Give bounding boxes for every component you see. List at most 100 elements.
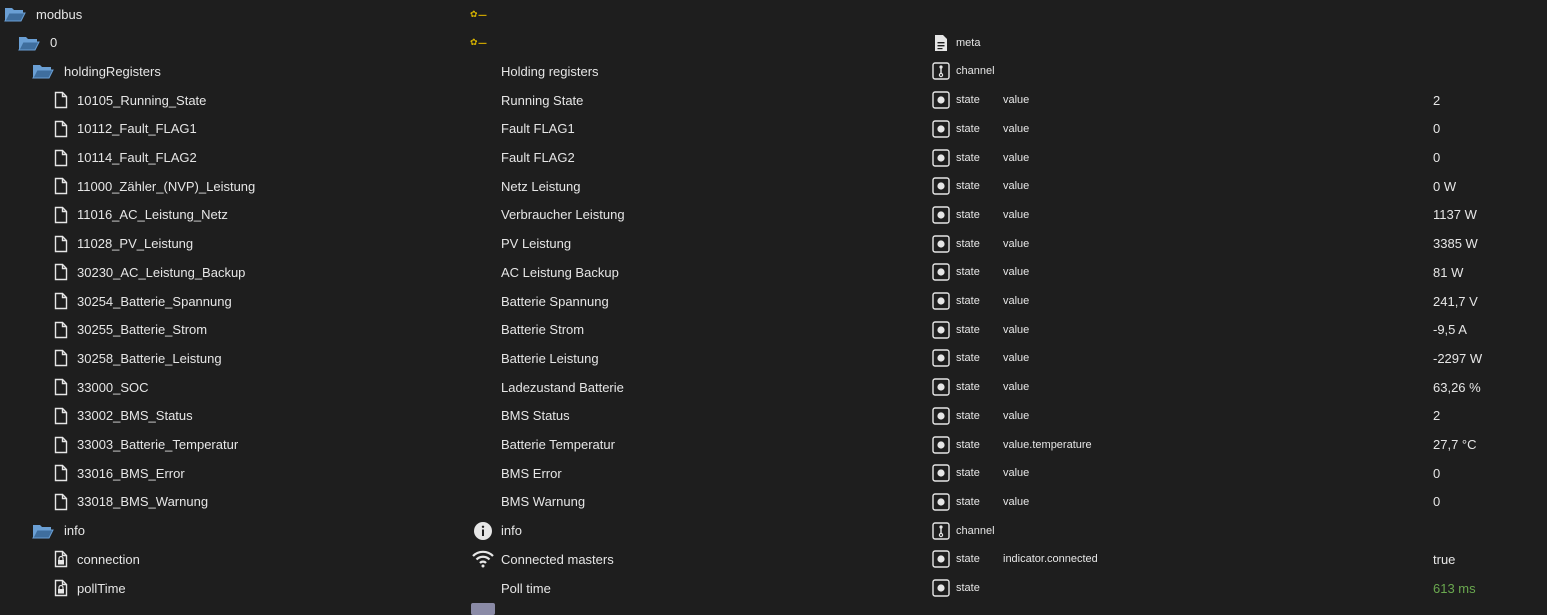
meta-icon bbox=[931, 29, 951, 57]
object-name: Batterie Strom bbox=[501, 322, 585, 338]
tree-row[interactable]: modbus ✿ ▬▬ bbox=[0, 0, 1547, 28]
object-type: state bbox=[956, 122, 980, 135]
object-role: value bbox=[1003, 94, 1030, 107]
adapter-logo-icon: ✿ ▬▬ bbox=[470, 37, 487, 48]
object-id[interactable]: modbus bbox=[36, 0, 82, 28]
object-role: value bbox=[1003, 208, 1030, 221]
state-value[interactable]: -2297 W bbox=[1433, 344, 1482, 372]
tree-row[interactable]: 33003_Batterie_Temperatur Batterie Temper… bbox=[0, 431, 1547, 459]
tree-row[interactable]: pollTime Poll time state 613 ms bbox=[0, 574, 1547, 602]
object-id[interactable]: 30254_Batterie_Spannung bbox=[77, 287, 232, 315]
tree-row[interactable]: 33018_BMS_Warnung BMS Warnung state value 0 bbox=[0, 488, 1547, 516]
state-value[interactable]: 0 W bbox=[1433, 172, 1456, 200]
tree-row[interactable]: 10114_Fault_FLAG2 Fault FLAG2 state value 0 bbox=[0, 144, 1547, 172]
object-id[interactable]: 33003_Batterie_Temperatur bbox=[77, 431, 238, 459]
file-icon bbox=[50, 86, 72, 114]
object-id[interactable]: 0 bbox=[50, 29, 57, 57]
state-icon bbox=[931, 545, 951, 573]
tree-row[interactable]: 30230_AC_Leistung_Backup AC Leistung Back… bbox=[0, 258, 1547, 286]
object-name: Fault FLAG2 bbox=[501, 150, 575, 165]
tree-row[interactable]: 30254_Batterie_Spannung Batterie Spannung… bbox=[0, 287, 1547, 315]
tree-row[interactable]: 11016_AC_Leistung_Netz Verbraucher Leistu… bbox=[0, 201, 1547, 229]
object-role: value bbox=[1003, 180, 1030, 193]
state-value[interactable]: 3385 W bbox=[1433, 230, 1478, 258]
tree-row[interactable]: 30258_Batterie_Leistung Batterie Leistung… bbox=[0, 344, 1547, 372]
tree-row[interactable]: 33002_BMS_Status BMS Status state value 2 bbox=[0, 402, 1547, 430]
folder-open-icon[interactable] bbox=[32, 517, 54, 545]
tree-row[interactable]: info info channel bbox=[0, 517, 1547, 545]
tree-row[interactable]: 30255_Batterie_Strom Batterie Strom state v… bbox=[0, 316, 1547, 344]
object-id[interactable]: 10112_Fault_FLAG1 bbox=[77, 115, 197, 143]
object-role: value.temperature bbox=[1003, 438, 1092, 451]
state-value[interactable]: 0 bbox=[1433, 115, 1440, 143]
object-role: value bbox=[1003, 495, 1030, 508]
object-role: value bbox=[1003, 295, 1030, 307]
object-id[interactable]: pollTime bbox=[77, 574, 126, 602]
tree-row[interactable]: 11028_PV_Leistung PV Leistung state value 33… bbox=[0, 230, 1547, 258]
object-type: state bbox=[956, 94, 980, 107]
object-id[interactable]: 33016_BMS_Error bbox=[77, 459, 185, 487]
object-role: value bbox=[1003, 151, 1030, 164]
tree-row[interactable]: holdingRegisters Holding registers channel bbox=[0, 57, 1547, 85]
state-icon bbox=[931, 373, 951, 401]
object-type: state bbox=[956, 180, 980, 193]
state-icon bbox=[931, 488, 951, 516]
object-role: value bbox=[1003, 467, 1030, 480]
object-role: indicator.connected bbox=[1003, 553, 1098, 566]
object-id[interactable]: connection bbox=[77, 545, 140, 573]
file-icon bbox=[50, 115, 72, 143]
object-id[interactable]: 33000_SOC bbox=[77, 373, 149, 401]
tree-row[interactable]: 11000_Zähler_(NVP)_Leistung Netz Leistung… bbox=[0, 172, 1547, 200]
file-icon bbox=[50, 258, 72, 286]
state-value[interactable]: 2 bbox=[1433, 86, 1440, 114]
state-value[interactable]: 81 W bbox=[1433, 258, 1463, 286]
state-icon bbox=[931, 402, 951, 430]
object-id[interactable]: info bbox=[64, 517, 85, 545]
state-value[interactable]: 0 bbox=[1433, 459, 1440, 487]
object-name: Running State bbox=[501, 92, 584, 108]
state-icon bbox=[931, 344, 951, 372]
object-name: BMS Error bbox=[501, 465, 562, 481]
state-value[interactable]: 27,7 °C bbox=[1433, 431, 1477, 459]
object-id[interactable]: 30230_AC_Leistung_Backup bbox=[77, 258, 245, 286]
object-id[interactable]: 30258_Batterie_Leistung bbox=[77, 344, 222, 372]
object-id[interactable]: 10114_Fault_FLAG2 bbox=[77, 144, 197, 172]
file-icon bbox=[50, 459, 72, 487]
folder-open-icon[interactable] bbox=[4, 0, 26, 28]
object-id[interactable]: 11028_PV_Leistung bbox=[77, 230, 193, 258]
state-value[interactable]: -9,5 A bbox=[1433, 316, 1467, 344]
tree-row[interactable]: 33016_BMS_Error BMS Error state value 0 bbox=[0, 459, 1547, 487]
folder-open-icon[interactable] bbox=[32, 57, 54, 85]
state-value[interactable]: 1137 W bbox=[1433, 201, 1477, 229]
object-id[interactable]: 30255_Batterie_Strom bbox=[77, 316, 207, 344]
tree-row[interactable]: 33000_SOC Ladezustand Batterie state value 6… bbox=[0, 373, 1547, 401]
tree-row[interactable]: 0 ✿ ▬▬ meta bbox=[0, 29, 1547, 57]
tree-row[interactable]: connection Connected masters state indicato… bbox=[0, 545, 1547, 573]
folder-open-icon[interactable] bbox=[18, 29, 40, 57]
object-id[interactable]: holdingRegisters bbox=[64, 57, 161, 85]
state-icon bbox=[931, 115, 951, 143]
object-id[interactable]: 10105_Running_State bbox=[77, 86, 206, 114]
state-value[interactable]: 0 bbox=[1433, 488, 1440, 516]
object-name: Batterie Temperatur bbox=[501, 437, 615, 452]
object-type: state bbox=[956, 352, 980, 365]
object-id[interactable]: 11000_Zähler_(NVP)_Leistung bbox=[77, 172, 255, 200]
state-value[interactable]: 63,26 % bbox=[1433, 373, 1481, 401]
object-name: info bbox=[501, 523, 522, 539]
object-id[interactable]: 11016_AC_Leistung_Netz bbox=[77, 201, 228, 229]
state-value[interactable]: 241,7 V bbox=[1433, 287, 1478, 315]
state-value[interactable]: 2 bbox=[1433, 402, 1440, 430]
tree-row[interactable]: 10105_Running_State Running State state val… bbox=[0, 86, 1547, 114]
state-value[interactable]: true bbox=[1433, 545, 1455, 573]
state-value[interactable]: 613 ms bbox=[1433, 574, 1476, 602]
tree-row[interactable]: 10112_Fault_FLAG1 Fault FLAG1 state value 0 bbox=[0, 115, 1547, 143]
file-icon bbox=[50, 488, 72, 516]
object-id[interactable]: 33002_BMS_Status bbox=[77, 402, 193, 430]
object-id[interactable]: 33018_BMS_Warnung bbox=[77, 488, 208, 516]
object-name: BMS Warnung bbox=[501, 494, 586, 510]
state-value[interactable]: 0 bbox=[1433, 144, 1440, 172]
object-role: value bbox=[1003, 237, 1030, 250]
channel-icon bbox=[931, 57, 951, 85]
object-name: AC Leistung Backup bbox=[501, 264, 619, 280]
adapter-logo-icon: ✿ ▬▬ bbox=[470, 8, 487, 19]
